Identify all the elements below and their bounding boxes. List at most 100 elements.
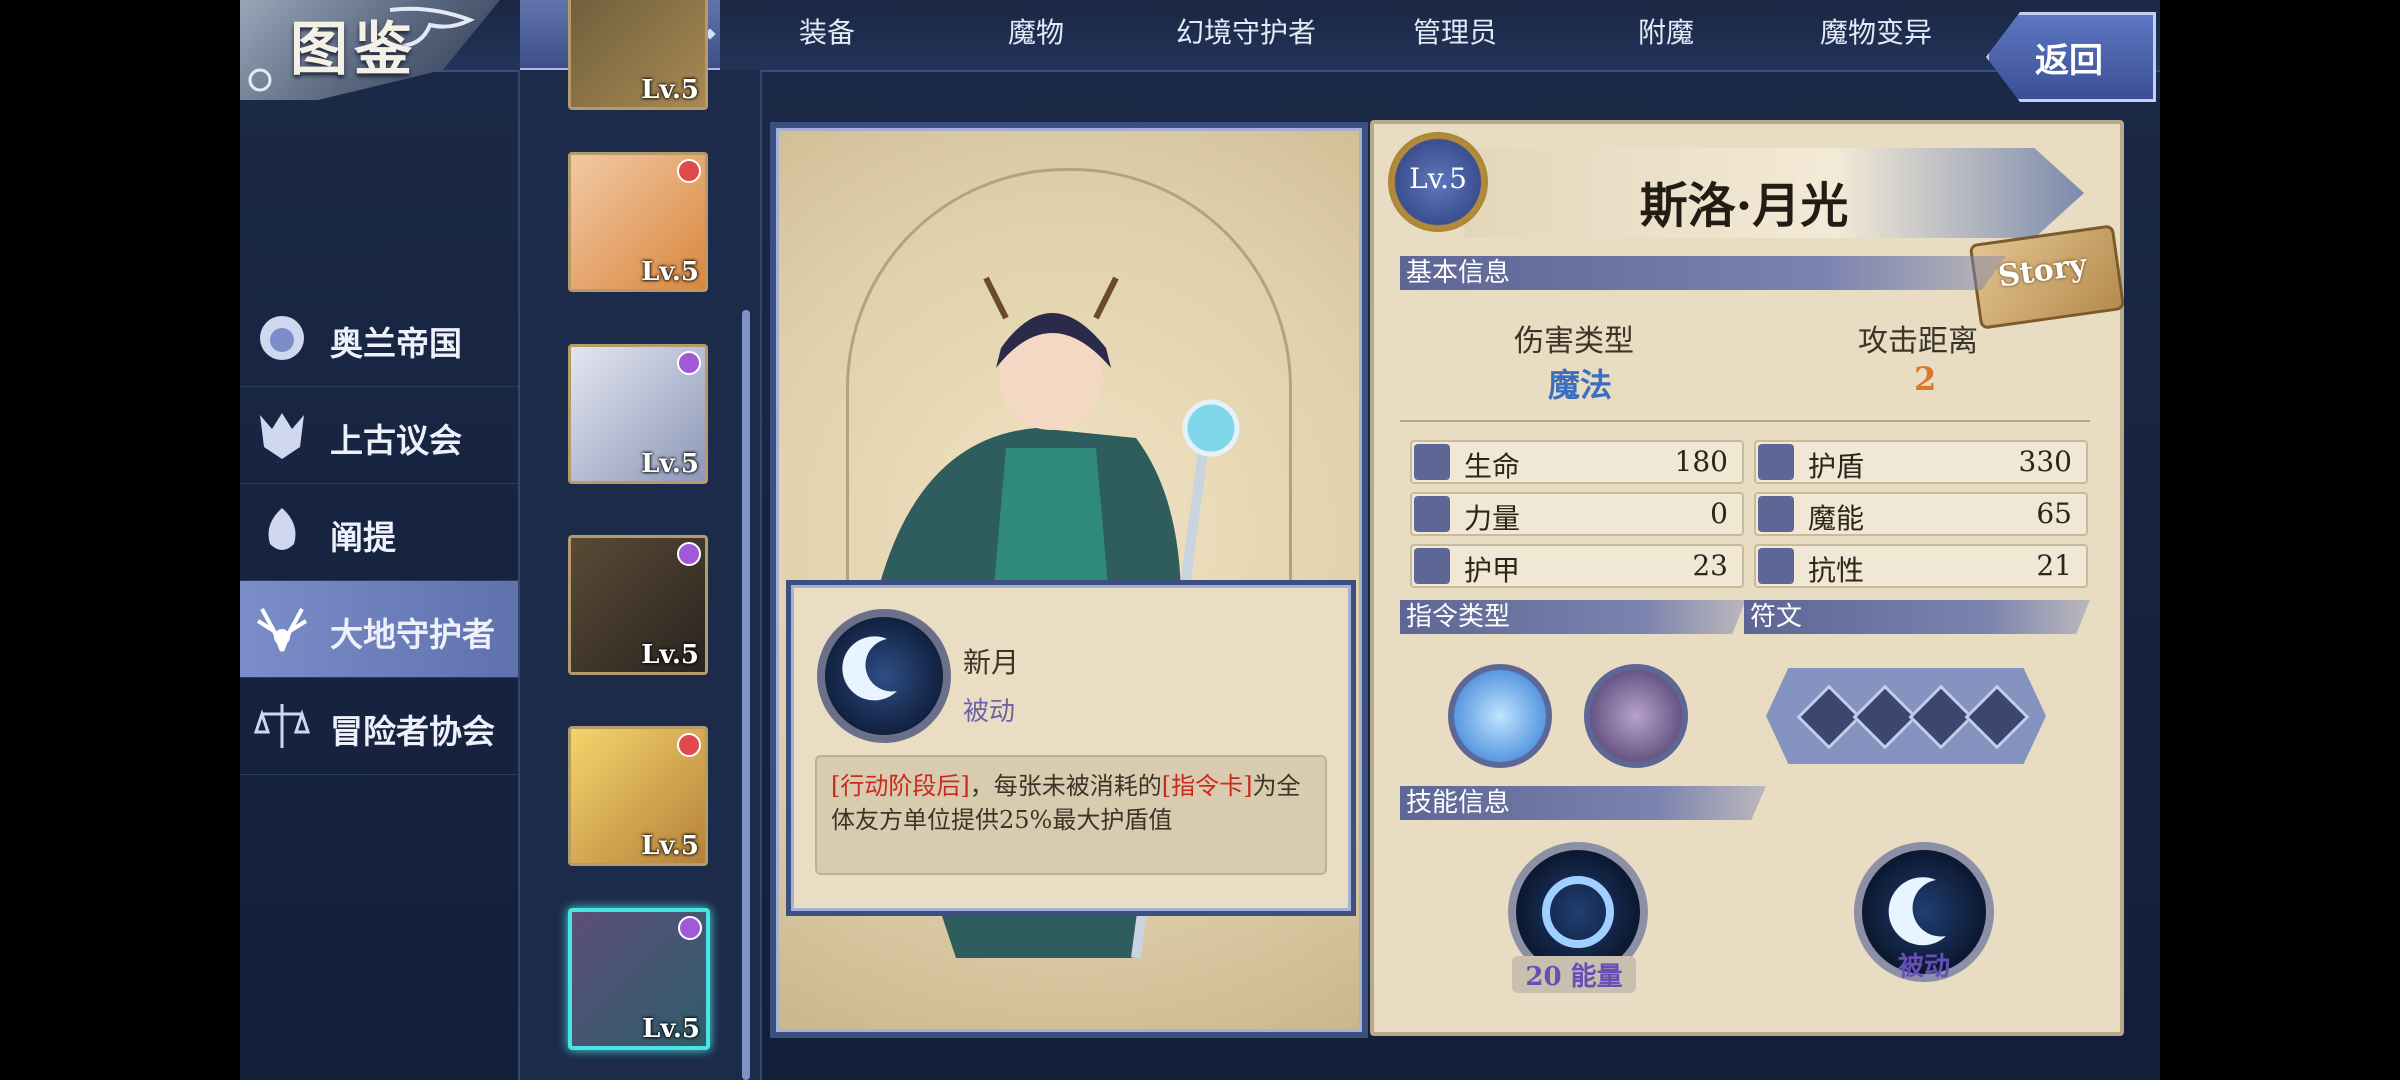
tab-label: 幻境守护者 bbox=[1175, 16, 1316, 49]
stat-resistance: 抗性 21 bbox=[1754, 544, 2088, 588]
hero-card[interactable]: Lv.5 bbox=[568, 152, 708, 292]
section-title: 符文 bbox=[1750, 602, 1803, 632]
damage-type-value: 魔法 bbox=[1548, 366, 1613, 404]
story-label: Story bbox=[1996, 247, 2089, 295]
tab-enchant[interactable]: 附魔 bbox=[1566, 0, 1766, 68]
hero-card[interactable]: Lv.5 bbox=[568, 0, 708, 110]
level-text: Lv.5 bbox=[1409, 162, 1467, 195]
stat-hp: 生命 180 bbox=[1410, 440, 1744, 484]
armor-icon bbox=[1414, 548, 1450, 584]
back-label: 返回 bbox=[2035, 41, 2103, 81]
stat-armor: 护甲 23 bbox=[1410, 544, 1744, 588]
skill-description-box: [行动阶段后]，每张未被消耗的[指令卡]为全体友方单位提供25%最大护盾值 bbox=[815, 755, 1327, 875]
lion-icon bbox=[260, 316, 304, 360]
faction-item-earth-guardians[interactable]: 大地守护者 bbox=[240, 581, 530, 678]
hero-card[interactable]: Lv.5 bbox=[568, 344, 708, 484]
faction-item-adventurers-guild[interactable]: 冒险者协会 bbox=[240, 678, 530, 775]
hero-card-selected[interactable]: Lv.5 bbox=[568, 908, 710, 1050]
stat-value: 23 bbox=[1692, 549, 1728, 582]
section-title: 指令类型 bbox=[1406, 602, 1511, 632]
tab-equipment[interactable]: 装备 bbox=[727, 0, 927, 68]
rune-slot-bar bbox=[1766, 668, 2046, 764]
shield-command-icon[interactable] bbox=[1448, 664, 1552, 768]
faction-label: 奥兰帝国 bbox=[330, 324, 462, 363]
story-button[interactable]: Story bbox=[1968, 224, 2126, 330]
stat-value: 21 bbox=[2036, 549, 2072, 582]
back-button[interactable]: 返回 bbox=[1986, 12, 2156, 102]
section-skill-info: 技能信息 bbox=[1400, 786, 1766, 820]
top-nav-bar: 英雄 装备 魔物 幻境守护者 管理员 附魔 魔物变异 bbox=[240, 0, 2160, 72]
tab-administrators[interactable]: 管理员 bbox=[1355, 0, 1555, 68]
hero-list-scrollbar[interactable] bbox=[742, 310, 750, 1080]
tab-label: 魔物 bbox=[1007, 16, 1064, 49]
stat-label: 力量 bbox=[1464, 502, 1521, 535]
rarity-gem-icon bbox=[677, 542, 701, 566]
divider bbox=[1400, 420, 2090, 422]
stat-label: 护甲 bbox=[1464, 554, 1521, 587]
keyword-action-phase: [行动阶段后] bbox=[831, 772, 970, 800]
hero-level: Lv.5 bbox=[641, 257, 699, 287]
hero-level: Lv.5 bbox=[641, 831, 699, 861]
tab-monsters[interactable]: 魔物 bbox=[936, 0, 1136, 68]
faction-label: 冒险者协会 bbox=[330, 712, 495, 751]
stag-icon bbox=[256, 608, 308, 652]
name-banner: 斯洛·月光 bbox=[1464, 148, 2084, 238]
skill-type-label: 被动 bbox=[1897, 952, 1950, 982]
stat-value: 180 bbox=[1674, 445, 1728, 478]
rarity-gem-icon bbox=[678, 916, 702, 940]
hero-list[interactable]: Lv.5 Lv.5 Lv.5 Lv.5 Lv.5 Lv.5 bbox=[518, 0, 762, 1080]
faction-sidebar: 奥兰帝国 上古议会 阐提 大地守护者 冒险者协会 bbox=[240, 290, 530, 775]
stat-label: 护盾 bbox=[1808, 450, 1865, 483]
hero-card[interactable]: Lv.5 bbox=[568, 726, 708, 866]
heart-icon bbox=[1414, 444, 1450, 480]
attack-range-label: 攻击距离 bbox=[1858, 324, 1978, 359]
stat-value: 330 bbox=[2018, 445, 2072, 478]
stat-magic: 魔能 65 bbox=[1754, 492, 2088, 536]
flame-crest-icon bbox=[268, 508, 296, 550]
codex-screen: 英雄 装备 魔物 幻境守护者 管理员 附魔 魔物变异 图鉴 返回 奥兰帝国 上古… bbox=[240, 0, 2160, 1080]
stat-strength: 力量 0 bbox=[1410, 492, 1744, 536]
faction-item-ancient-council[interactable]: 上古议会 bbox=[240, 387, 530, 484]
rarity-gem-icon bbox=[677, 733, 701, 757]
resist-icon bbox=[1758, 548, 1794, 584]
crescent-moon-icon bbox=[817, 609, 951, 743]
desc-text: ，每张未被消耗的 bbox=[969, 772, 1162, 800]
section-rune: 符文 bbox=[1744, 600, 2090, 634]
tab-label: 装备 bbox=[798, 16, 855, 49]
faction-item-orland-empire[interactable]: 奥兰帝国 bbox=[240, 290, 530, 387]
magic-hand-icon bbox=[1758, 496, 1794, 532]
stat-value: 0 bbox=[1710, 497, 1728, 530]
skill-description: [行动阶段后]，每张未被消耗的[指令卡]为全体友方单位提供25%最大护盾值 bbox=[831, 769, 1317, 837]
hero-level: Lv.5 bbox=[641, 449, 699, 479]
section-title: 基本信息 bbox=[1406, 258, 1511, 288]
hero-level: Lv.5 bbox=[641, 75, 699, 105]
tab-label: 管理员 bbox=[1412, 16, 1497, 49]
faction-label: 阐提 bbox=[330, 518, 396, 557]
tab-illusion-guardians[interactable]: 幻境守护者 bbox=[1146, 0, 1346, 68]
stat-label: 魔能 bbox=[1808, 502, 1865, 535]
page-title: 图鉴 bbox=[290, 15, 419, 83]
demon-mask-icon bbox=[260, 413, 304, 459]
tab-label: 附魔 bbox=[1637, 16, 1694, 49]
stat-shield: 护盾 330 bbox=[1754, 440, 2088, 484]
hero-card[interactable]: Lv.5 bbox=[568, 535, 708, 675]
faction-label: 上古议会 bbox=[330, 421, 462, 460]
hero-name: 斯洛·月光 bbox=[1639, 178, 1849, 234]
faction-label: 大地守护者 bbox=[330, 615, 495, 654]
stat-value: 65 bbox=[2036, 497, 2072, 530]
hero-level: Lv.5 bbox=[641, 640, 699, 670]
hero-info-panel: 斯洛·月光 Lv.5 Story 基本信息 伤害类型 魔法 攻击距离 2 生命 … bbox=[1370, 120, 2126, 1036]
hero-level: Lv.5 bbox=[642, 1014, 700, 1044]
sword-icon bbox=[1414, 496, 1450, 532]
tab-label: 魔物变异 bbox=[1819, 16, 1932, 49]
keyword-command-card: [指令卡] bbox=[1161, 772, 1253, 800]
rarity-gem-icon bbox=[677, 159, 701, 183]
stat-label: 抗性 bbox=[1808, 554, 1865, 587]
scales-icon bbox=[254, 704, 310, 748]
scroll-command-icon[interactable] bbox=[1584, 664, 1688, 768]
tab-monster-mutation[interactable]: 魔物变异 bbox=[1776, 0, 1976, 68]
faction-item-chanti[interactable]: 阐提 bbox=[240, 484, 530, 581]
section-basic-info: 基本信息 bbox=[1400, 256, 2006, 290]
skill-name: 新月 bbox=[963, 646, 1020, 679]
rune-slot[interactable] bbox=[1964, 684, 2030, 750]
